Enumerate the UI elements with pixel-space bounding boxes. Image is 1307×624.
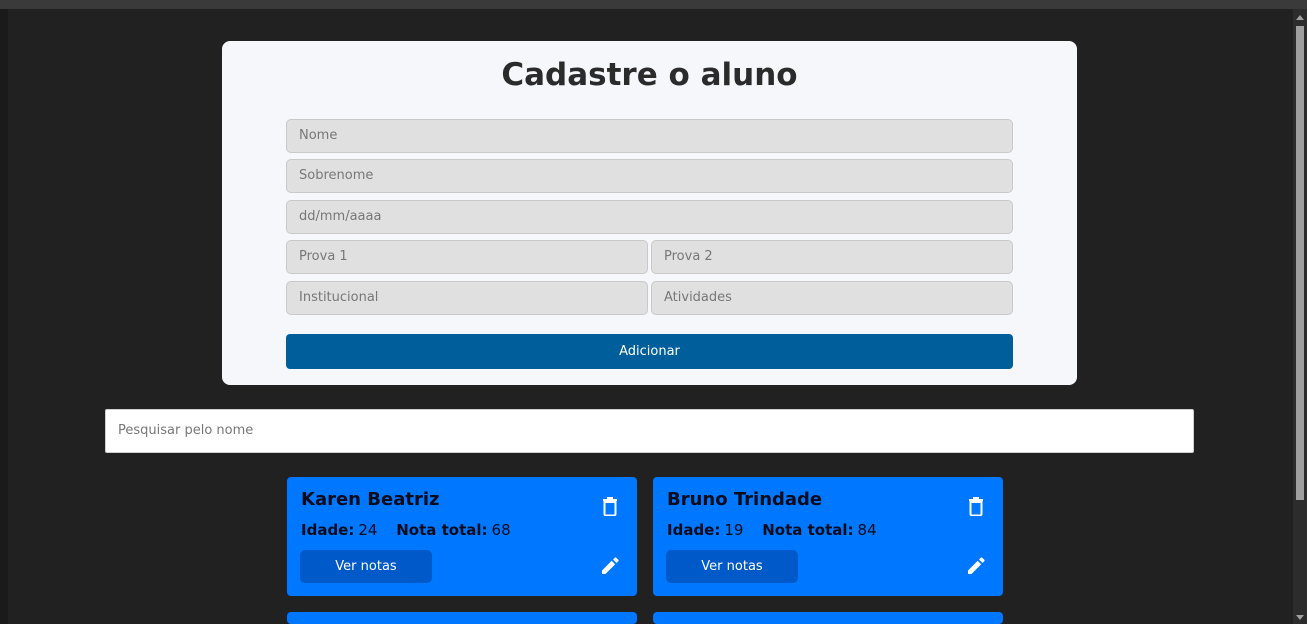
student-form-card: Cadastre o aluno Nome Sobrenome dd/mm/aa… <box>222 41 1077 385</box>
prova1-input[interactable]: Prova 1 <box>286 240 648 274</box>
nome-input[interactable]: Nome <box>286 119 1013 153</box>
idade-value: 19 <box>724 521 744 539</box>
student-stats: Idade: 19 Nota total: 84 <box>667 521 891 539</box>
ver-notas-button[interactable]: Ver notas <box>666 550 798 583</box>
sobrenome-input[interactable]: Sobrenome <box>286 159 1013 193</box>
prova2-input[interactable]: Prova 2 <box>651 240 1013 274</box>
scroll-down-arrow-icon[interactable] <box>1296 615 1304 620</box>
trash-icon[interactable] <box>597 493 623 519</box>
scrollbar-thumb[interactable] <box>1296 26 1304 500</box>
student-name: Karen Beatriz <box>301 489 440 510</box>
student-card-partial <box>653 612 1003 624</box>
ver-notas-button[interactable]: Ver notas <box>300 550 432 583</box>
nota-total-value: 68 <box>491 521 511 539</box>
idade-label: Idade: <box>667 521 721 539</box>
add-student-button[interactable]: Adicionar <box>286 334 1013 369</box>
student-card: Bruno Trindade Idade: 19 Nota total: 84 Ve… <box>653 477 1003 596</box>
scroll-up-arrow-icon[interactable] <box>1296 15 1304 20</box>
atividades-input[interactable]: Atividades <box>651 281 1013 315</box>
pencil-icon[interactable] <box>963 553 989 579</box>
idade-value: 24 <box>358 521 378 539</box>
student-stats: Idade: 24 Nota total: 68 <box>301 521 525 539</box>
search-input[interactable]: Pesquisar pelo nome <box>105 409 1194 453</box>
left-edge <box>0 9 8 624</box>
birthdate-input[interactable]: dd/mm/aaaa <box>286 200 1013 234</box>
scrollbar[interactable] <box>1293 9 1307 624</box>
student-name: Bruno Trindade <box>667 489 823 510</box>
nota-total-label: Nota total: <box>396 521 488 539</box>
form-title: Cadastre o aluno <box>501 57 798 93</box>
pencil-icon[interactable] <box>597 553 623 579</box>
student-card: Karen Beatriz Idade: 24 Nota total: 68 Ver… <box>287 477 637 596</box>
trash-icon[interactable] <box>963 493 989 519</box>
nota-total-label: Nota total: <box>762 521 854 539</box>
student-card-partial <box>287 612 637 624</box>
institucional-input[interactable]: Institucional <box>286 281 648 315</box>
idade-label: Idade: <box>301 521 355 539</box>
browser-top-bar <box>0 0 1307 9</box>
nota-total-value: 84 <box>857 521 877 539</box>
